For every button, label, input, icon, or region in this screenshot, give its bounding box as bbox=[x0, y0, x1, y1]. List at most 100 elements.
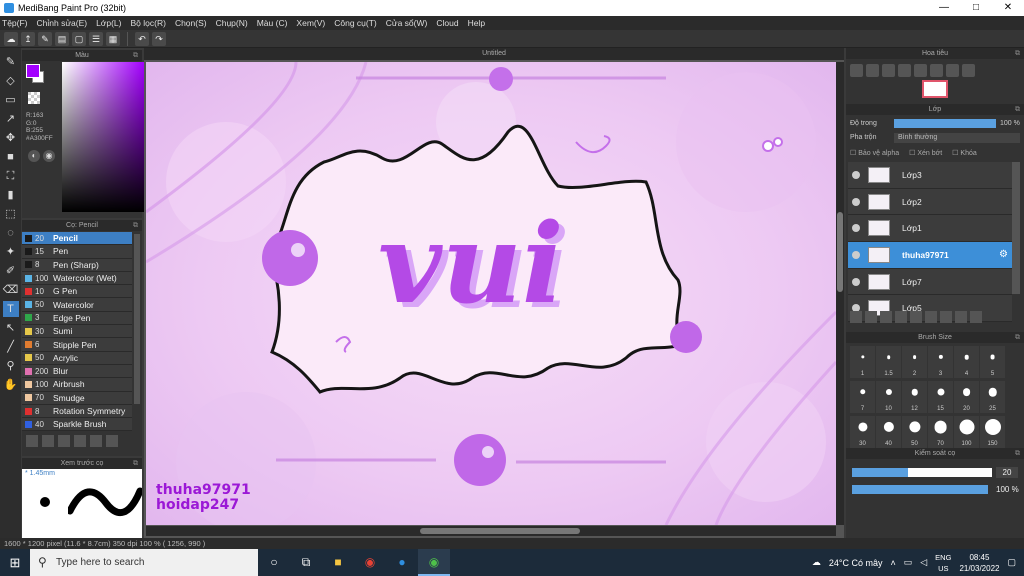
delete-layer-icon[interactable] bbox=[970, 311, 982, 323]
chrome-icon[interactable]: ◉ bbox=[354, 549, 386, 576]
comment-icon[interactable]: ✎ bbox=[38, 31, 52, 46]
hand-tool-icon[interactable]: ✋ bbox=[3, 377, 19, 393]
brush-size-preset[interactable]: 12 bbox=[902, 381, 927, 413]
visibility-icon[interactable] bbox=[852, 224, 860, 233]
brush-size-preset[interactable]: 15 bbox=[928, 381, 953, 413]
brush-item[interactable]: 50 Watercolor bbox=[22, 298, 132, 312]
brush-item[interactable]: 50 Acrylic bbox=[22, 351, 132, 365]
alpha-protect-checkbox[interactable]: ☐ Bảo vệ alpha bbox=[850, 149, 899, 157]
eraser-tool-icon[interactable]: ◇ bbox=[3, 73, 19, 89]
panel-float-icon[interactable]: ⧉ bbox=[133, 220, 138, 231]
notifications-icon[interactable]: ▢ bbox=[1007, 557, 1016, 568]
menu-tools[interactable]: Công cụ(T) bbox=[334, 18, 377, 28]
drawing-canvas[interactable]: vui vui thuha97971 hoidap247 bbox=[146, 62, 836, 525]
copy-brush-icon[interactable] bbox=[74, 435, 86, 447]
network-icon[interactable]: ▭ bbox=[904, 557, 913, 568]
maximize-button[interactable]: □ bbox=[960, 0, 992, 16]
rotate-reset-icon[interactable] bbox=[930, 64, 943, 77]
brush-item[interactable]: 200 Blur bbox=[22, 364, 132, 379]
panel-float-icon[interactable]: ⧉ bbox=[1015, 104, 1020, 115]
task-view-icon[interactable]: ⧉ bbox=[290, 549, 322, 576]
transparent-color-swatch[interactable] bbox=[28, 92, 40, 104]
file-explorer-icon[interactable]: ■ bbox=[322, 549, 354, 576]
brush-size-preset[interactable]: 50 bbox=[902, 416, 927, 448]
flip-icon[interactable] bbox=[962, 64, 975, 77]
add-layer-menu-icon[interactable] bbox=[895, 311, 907, 323]
brush-size-preset[interactable]: 40 bbox=[876, 416, 901, 448]
eyedropper-tool-icon[interactable]: ⚲ bbox=[3, 358, 19, 374]
menu-snap[interactable]: Chụp(N) bbox=[216, 18, 248, 28]
brush-size-preset[interactable]: 25 bbox=[980, 381, 1005, 413]
operation-tool-icon[interactable]: ↖ bbox=[3, 320, 19, 336]
navigator-thumbnail[interactable] bbox=[922, 80, 948, 98]
brush-opacity-slider[interactable] bbox=[852, 485, 988, 494]
menu-edit[interactable]: Chỉnh sửa(E) bbox=[37, 18, 88, 28]
select-pen-tool-icon[interactable]: ✐ bbox=[3, 263, 19, 279]
blend-mode-select[interactable]: Bình thường bbox=[894, 133, 1020, 143]
gear-icon[interactable]: ⚙ bbox=[999, 249, 1008, 260]
color-wheel-icon[interactable]: ◉ bbox=[43, 150, 55, 162]
layer-row[interactable]: Lớp2 bbox=[848, 188, 1012, 216]
visibility-icon[interactable] bbox=[852, 170, 860, 179]
menu-window[interactable]: Cửa sổ(W) bbox=[386, 18, 428, 28]
clipping-checkbox[interactable]: ☐ Xén bớt bbox=[909, 149, 942, 157]
layer-list-scrollbar[interactable] bbox=[1012, 162, 1020, 294]
saturation-value-picker[interactable] bbox=[62, 62, 144, 212]
brush-item[interactable]: 70 Smudge bbox=[22, 391, 132, 405]
volume-icon[interactable]: ◁ bbox=[920, 557, 927, 568]
gradient-tool-icon[interactable]: ▮ bbox=[3, 187, 19, 203]
brush-item[interactable]: 8 Rotation Symmetry bbox=[22, 404, 132, 419]
minimize-button[interactable]: — bbox=[928, 0, 960, 16]
select-eraser-tool-icon[interactable]: ⌫ bbox=[3, 282, 19, 298]
panel-float-icon[interactable]: ⧉ bbox=[133, 458, 138, 469]
new-8bit-layer-icon[interactable] bbox=[880, 311, 892, 323]
brush-tool-icon[interactable]: ✎ bbox=[3, 54, 19, 70]
menu-color[interactable]: Màu (C) bbox=[257, 18, 288, 28]
bucket-tool-icon[interactable]: ⛶ bbox=[3, 168, 19, 184]
menu-select[interactable]: Chọn(S) bbox=[175, 18, 207, 28]
menu-file[interactable]: Tệp(F) bbox=[2, 18, 28, 28]
document-tab[interactable]: Untitled bbox=[144, 48, 844, 60]
brush-item[interactable]: 15 Pen bbox=[22, 245, 132, 259]
close-button[interactable]: ✕ bbox=[992, 0, 1024, 16]
lasso-tool-icon[interactable]: ◌ bbox=[3, 225, 19, 241]
brush-size-slider[interactable] bbox=[852, 468, 992, 477]
brush-size-preset[interactable]: 30 bbox=[850, 416, 875, 448]
zoom-in-icon[interactable] bbox=[850, 64, 863, 77]
zoom-out-icon[interactable] bbox=[866, 64, 879, 77]
panel-float-icon[interactable]: ⧉ bbox=[133, 50, 138, 61]
brush-size-preset[interactable]: 2 bbox=[902, 346, 927, 378]
brush-size-preset[interactable]: 150 bbox=[980, 416, 1005, 448]
rect-tool-icon[interactable]: ▭ bbox=[3, 92, 19, 108]
fit-icon[interactable] bbox=[882, 64, 895, 77]
panel-float-icon[interactable]: ⧉ bbox=[1015, 332, 1020, 343]
brush-item[interactable]: 8 Pen (Sharp) bbox=[22, 258, 132, 272]
rotate-right-icon[interactable] bbox=[946, 64, 959, 77]
layer-row[interactable]: thuha97971 ⚙ bbox=[848, 242, 1012, 269]
brush-list-scrollbar[interactable] bbox=[134, 234, 140, 404]
language-indicator[interactable]: ENG US bbox=[935, 552, 951, 574]
brush-menu-icon[interactable] bbox=[58, 435, 70, 447]
actual-size-icon[interactable] bbox=[898, 64, 911, 77]
layer-row[interactable]: Lớp3 bbox=[848, 162, 1012, 189]
windows-start-icon[interactable]: ⊞ bbox=[0, 555, 30, 571]
menu-help[interactable]: Help bbox=[468, 18, 485, 28]
panel-float-icon[interactable]: ⧉ bbox=[1015, 48, 1020, 59]
folder-icon[interactable] bbox=[90, 435, 102, 447]
undo-icon[interactable]: ↶ bbox=[135, 31, 149, 46]
menu-filter[interactable]: Bộ lọc(R) bbox=[131, 18, 166, 28]
divide-tool-icon[interactable]: ╱ bbox=[3, 339, 19, 355]
layer-opacity-slider[interactable] bbox=[894, 119, 996, 128]
taskbar-search[interactable]: ⚲ Type here to search bbox=[30, 549, 258, 576]
brush-size-preset[interactable]: 1 bbox=[850, 346, 875, 378]
grid-icon[interactable]: ▦ bbox=[106, 31, 120, 46]
weather-icon[interactable]: ☁ bbox=[812, 557, 821, 568]
brush-item[interactable]: 100 Watercolor (Wet) bbox=[22, 271, 132, 286]
foreground-color-swatch[interactable] bbox=[26, 64, 40, 78]
brush-size-preset[interactable]: 3 bbox=[928, 346, 953, 378]
redo-icon[interactable]: ↷ bbox=[152, 31, 166, 46]
duplicate-icon[interactable] bbox=[106, 435, 118, 447]
brush-item[interactable]: 3 Edge Pen bbox=[22, 311, 132, 326]
menu-view[interactable]: Xem(V) bbox=[296, 18, 325, 28]
brush-settings-icon[interactable] bbox=[26, 435, 38, 447]
